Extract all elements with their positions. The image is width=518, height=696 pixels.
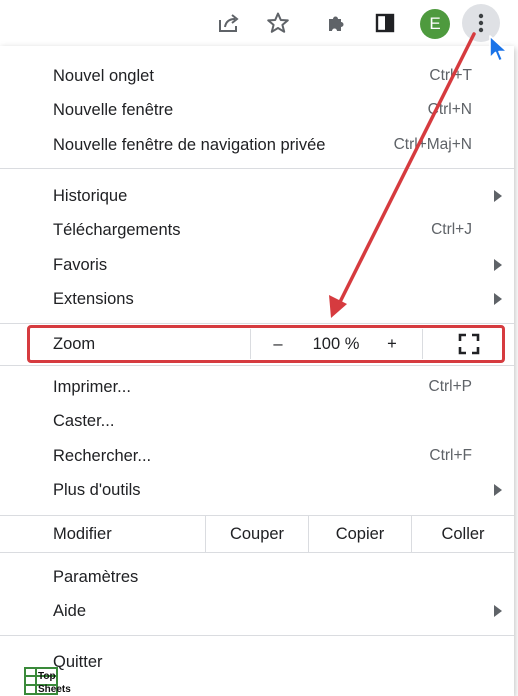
menu-item-downloads[interactable]: Téléchargements Ctrl+J — [0, 213, 514, 247]
avatar-letter: E — [429, 14, 441, 33]
bookmark-star-icon[interactable] — [263, 8, 293, 38]
menu-item-label: Nouvel onglet — [53, 66, 154, 85]
menu-item-label: Nouvelle fenêtre de navigation privée — [53, 135, 326, 154]
submenu-arrow-icon — [494, 484, 502, 496]
menu-item-label: Caster... — [53, 411, 115, 430]
extensions-puzzle-icon[interactable] — [322, 8, 352, 38]
menu-item-history[interactable]: Historique — [0, 179, 514, 213]
submenu-arrow-icon — [494, 190, 502, 202]
menu-item-label: Plus d'outils — [53, 480, 141, 499]
cut-label: Couper — [229, 524, 285, 543]
menu-item-extensions[interactable]: Extensions — [0, 282, 514, 316]
menu-item-cast[interactable]: Caster... — [0, 404, 514, 438]
side-panel-icon[interactable] — [370, 8, 400, 38]
menu-item-shortcut: Ctrl+N — [427, 101, 472, 118]
menu-item-shortcut: Ctrl+F — [429, 447, 472, 464]
profile-avatar[interactable]: E — [420, 9, 450, 39]
menu-item-label: Historique — [53, 186, 128, 205]
paste-button[interactable]: Coller — [412, 516, 514, 552]
menu-item-label: Modifier — [53, 524, 112, 543]
menu-item-shortcut: Ctrl+P — [428, 378, 473, 395]
menu-item-label: Rechercher... — [53, 446, 152, 465]
menu-item-find[interactable]: Rechercher... Ctrl+F — [0, 439, 514, 473]
copy-label: Copier — [335, 524, 385, 543]
menu-item-settings[interactable]: Paramètres — [0, 560, 514, 594]
submenu-arrow-icon — [494, 259, 502, 271]
menu-item-new-window[interactable]: Nouvelle fenêtre Ctrl+N — [0, 93, 514, 127]
watermark-line2: Sheets — [38, 684, 71, 695]
menu-separator — [0, 323, 514, 324]
browser-toolbar: E — [0, 0, 518, 46]
menu-item-label: Extensions — [53, 289, 134, 308]
menu-item-new-tab[interactable]: Nouvel onglet Ctrl+T — [0, 59, 514, 93]
watermark-line1: Top — [38, 671, 56, 682]
share-icon[interactable] — [214, 8, 244, 38]
menu-item-label: Téléchargements — [53, 220, 181, 239]
menu-item-print[interactable]: Imprimer... Ctrl+P — [0, 370, 514, 404]
zoom-highlight-box — [27, 325, 505, 363]
menu-item-bookmarks[interactable]: Favoris — [0, 248, 514, 282]
copy-button[interactable]: Copier — [309, 516, 411, 552]
menu-separator — [0, 365, 514, 366]
menu-item-shortcut: Ctrl+T — [429, 67, 472, 84]
menu-separator — [0, 552, 514, 553]
paste-label: Coller — [441, 524, 485, 543]
menu-item-help[interactable]: Aide — [0, 594, 514, 628]
menu-item-edit: Modifier Couper Copier Coller — [0, 516, 514, 552]
menu-separator — [0, 168, 514, 169]
mouse-cursor-icon — [489, 35, 508, 62]
cut-button[interactable]: Couper — [206, 516, 308, 552]
menu-separator — [0, 635, 514, 636]
menu-item-new-incognito[interactable]: Nouvelle fenêtre de navigation privée Ct… — [0, 128, 514, 162]
menu-item-shortcut: Ctrl+J — [431, 221, 472, 238]
menu-item-more-tools[interactable]: Plus d'outils — [0, 473, 514, 507]
menu-item-label: Paramètres — [53, 567, 139, 586]
menu-item-label: Imprimer... — [53, 377, 131, 396]
menu-item-shortcut: Ctrl+Maj+N — [393, 136, 472, 153]
menu-item-label: Nouvelle fenêtre — [53, 100, 174, 119]
submenu-arrow-icon — [494, 293, 502, 305]
submenu-arrow-icon — [494, 605, 502, 617]
menu-item-label: Aide — [53, 601, 87, 620]
chrome-main-menu: Nouvel onglet Ctrl+T Nouvelle fenêtre Ct… — [0, 46, 514, 696]
menu-item-label: Favoris — [53, 255, 108, 274]
watermark-text: Top Sheets — [38, 670, 71, 696]
